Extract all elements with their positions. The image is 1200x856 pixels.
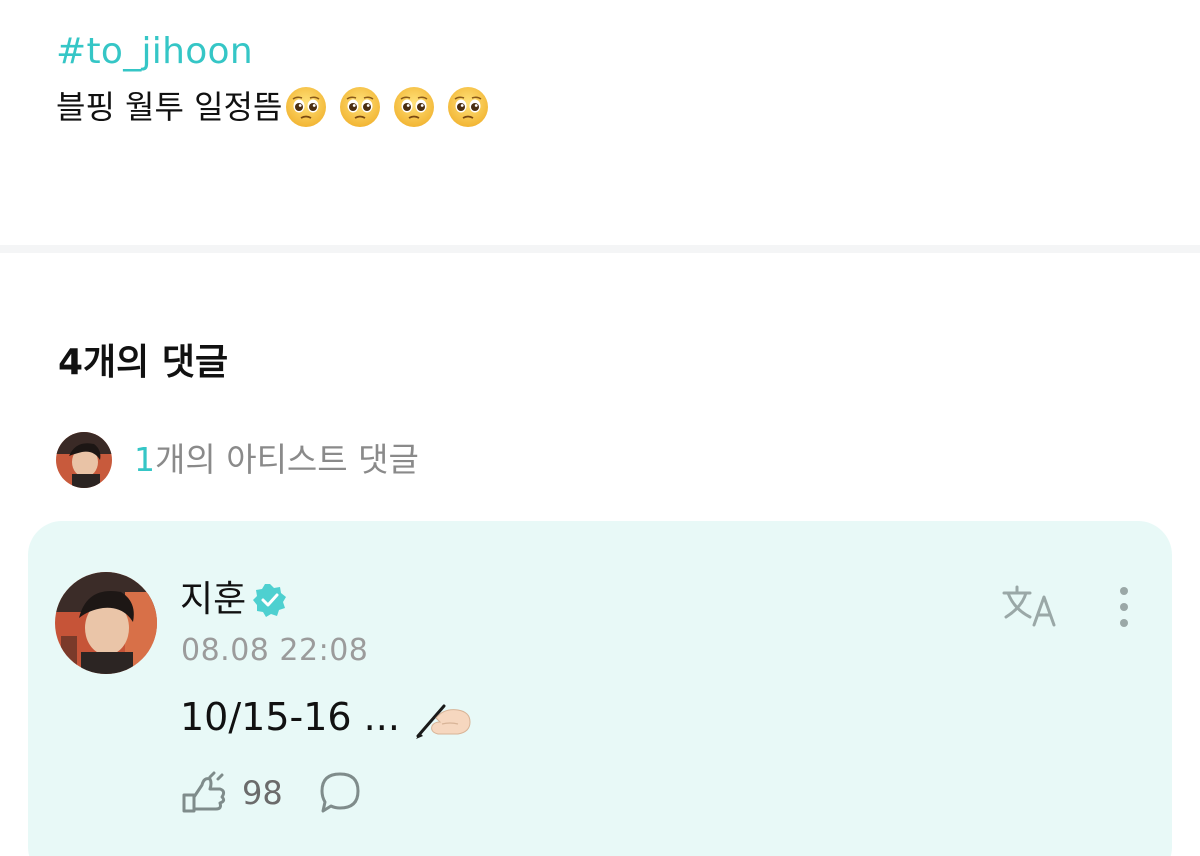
comments-count-title: 4개의 댓글: [58, 342, 229, 383]
author-line: 지훈: [180, 576, 288, 624]
author-name[interactable]: 지훈: [180, 576, 246, 624]
comment-text: 10/15-16 ...: [180, 695, 400, 739]
section-divider: [0, 245, 1200, 253]
post-hashtag[interactable]: #to_jihoon: [56, 28, 490, 76]
writing-hand-emoji: [415, 704, 471, 739]
like-icon: [182, 771, 226, 813]
artist-comment-label: 개의 아티스트 댓글: [155, 440, 419, 479]
comment-text-row: 10/15-16 ...: [180, 691, 472, 743]
artist-comments-label: 1개의 아티스트 댓글: [134, 432, 419, 488]
like-count: 98: [242, 774, 283, 812]
emoji-row: [284, 85, 490, 129]
pleading-face-emoji: [286, 87, 327, 127]
artist-comment-card: 지훈 08.08 22:08 10/15-16 ... 98: [28, 521, 1172, 856]
post-text: 블핑 월투 일정뜸: [56, 88, 283, 126]
pleading-face-emoji: [340, 87, 381, 127]
more-options-icon[interactable]: [1106, 581, 1142, 633]
artist-avatar: [56, 432, 112, 488]
comment-actions: 98: [180, 769, 363, 817]
reply-bubble-icon[interactable]: [317, 770, 363, 816]
artist-comment-count: 1: [134, 440, 155, 479]
like-button[interactable]: 98: [180, 769, 283, 817]
artist-comments-filter[interactable]: 1개의 아티스트 댓글: [56, 432, 419, 488]
author-avatar[interactable]: [55, 572, 157, 674]
comment-timestamp: 08.08 22:08: [181, 633, 369, 668]
pleading-face-emoji: [394, 87, 435, 127]
post: #to_jihoon 블핑 월투 일정뜸: [56, 28, 490, 134]
page: #to_jihoon 블핑 월투 일정뜸 4개의 댓글 1개의 아티스트 댓글 …: [0, 0, 1200, 856]
verified-badge-icon: [253, 584, 287, 617]
pleading-face-emoji: [448, 87, 489, 127]
translate-icon[interactable]: [1000, 581, 1060, 631]
post-body: 블핑 월투 일정뜸: [56, 80, 490, 134]
